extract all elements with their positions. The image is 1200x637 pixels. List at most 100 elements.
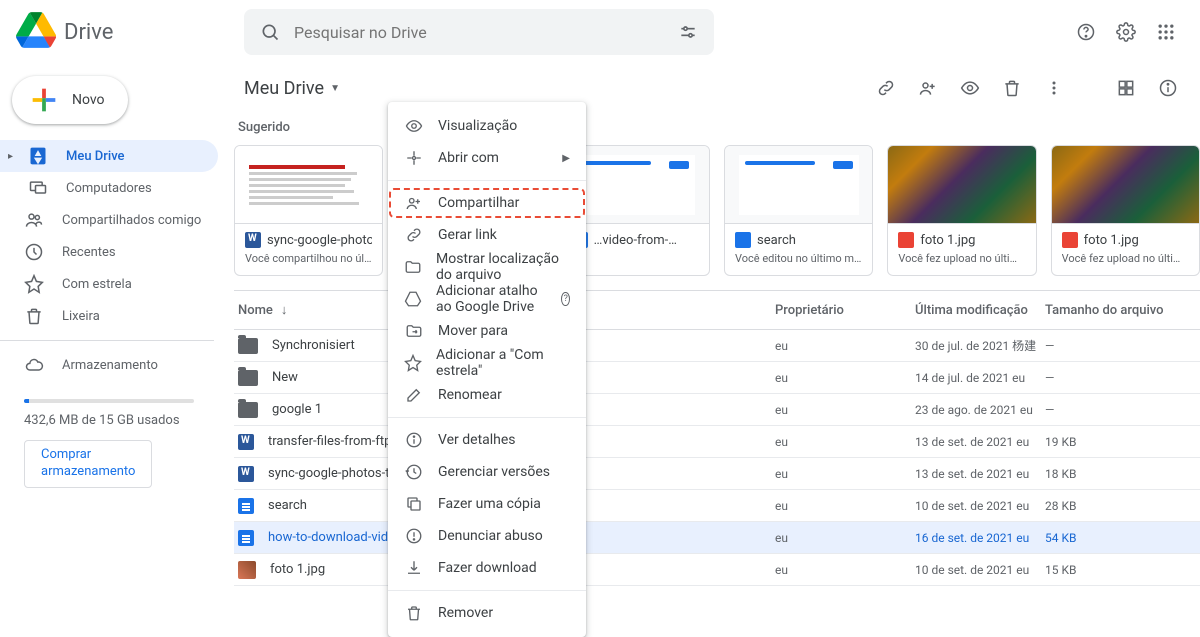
word-icon (238, 466, 254, 482)
col-header-modified[interactable]: Última modificação (915, 303, 1045, 318)
ctx-open[interactable]: Abrir com▶ (388, 142, 586, 174)
card-title: search (757, 233, 796, 248)
ctx-versions[interactable]: Gerenciar versões (388, 456, 586, 488)
storage-bar (24, 399, 194, 403)
sidebar-item-trash[interactable]: Lixeira (0, 300, 218, 332)
ctx-label: Compartilhar (438, 195, 519, 211)
search-icon (258, 20, 282, 44)
sidebar-item-my-drive[interactable]: Meu Drive (0, 140, 218, 172)
more-icon[interactable] (1042, 76, 1066, 100)
new-button[interactable]: Novo (12, 76, 128, 124)
star-icon (404, 353, 422, 373)
suggested-card[interactable]: searchVocê editou no último mês (724, 145, 873, 276)
details-icon[interactable] (1156, 76, 1180, 100)
doc-icon (238, 530, 254, 546)
ctx-trash[interactable]: Remover (388, 597, 586, 629)
table-row[interactable]: searcheu10 de set. de 2021 eu28 KB (234, 490, 1200, 522)
ctx-drive[interactable]: Adicionar atalho ao Google Drive? (388, 283, 586, 315)
file-size: 28 KB (1045, 499, 1180, 513)
table-row[interactable]: sync-google-photos-to-dropbox.docxeu13 d… (234, 458, 1200, 490)
table-row[interactable]: how-to-download-video-from-google-photos… (234, 522, 1200, 554)
share-icon[interactable] (916, 76, 940, 100)
sidebar-item-starred[interactable]: Com estrela (0, 268, 218, 300)
suggested-card[interactable]: foto 1.jpgVocê fez upload no último mês (887, 145, 1036, 276)
drive-logo-icon (16, 10, 56, 54)
person-add-icon (404, 193, 424, 213)
link-icon (404, 225, 424, 245)
ctx-download[interactable]: Fazer download (388, 552, 586, 584)
ctx-eye[interactable]: Visualização (388, 110, 586, 142)
file-owner: eu (775, 563, 915, 577)
ctx-label: Remover (438, 605, 493, 621)
col-header-size[interactable]: Tamanho do arquivo (1045, 303, 1180, 318)
table-row[interactable]: Synchronisierteu30 de jul. de 2021 杨建— (234, 330, 1200, 362)
eye-icon (404, 116, 424, 136)
suggested-card[interactable]: foto 1.jpgVocê fez upload no último mês (1051, 145, 1200, 276)
card-subtitle: Você fez upload no último mês (1062, 252, 1189, 265)
get-link-icon[interactable] (874, 76, 898, 100)
apps-icon[interactable] (1154, 20, 1178, 44)
file-name: Synchronisiert (272, 338, 355, 353)
file-modified: 23 de ago. de 2021 eu (915, 403, 1045, 417)
grid-view-icon[interactable] (1114, 76, 1138, 100)
delete-icon[interactable] (1000, 76, 1024, 100)
ctx-label: Adicionar a "Com estrela" (436, 347, 570, 379)
file-type-icon (898, 232, 914, 248)
ctx-info[interactable]: Ver detalhes (388, 424, 586, 456)
file-modified: 14 de jul. de 2021 eu (915, 371, 1045, 385)
table-row[interactable]: google 1eu23 de ago. de 2021 eu— (234, 394, 1200, 426)
file-owner: eu (775, 403, 915, 417)
search-options-icon[interactable] (676, 20, 700, 44)
search-bar[interactable] (244, 9, 714, 55)
new-button-label: Novo (72, 92, 105, 108)
settings-icon[interactable] (1114, 20, 1138, 44)
file-size: — (1045, 339, 1180, 353)
sidebar-label-starred: Com estrela (62, 277, 132, 292)
file-modified: 10 de set. de 2021 eu (915, 499, 1045, 513)
sidebar-item-recent[interactable]: Recentes (0, 236, 218, 268)
file-size: 19 KB (1045, 435, 1180, 449)
table-row[interactable]: Neweu14 de jul. de 2021 eu— (234, 362, 1200, 394)
col-header-owner[interactable]: Proprietário (775, 303, 915, 318)
file-modified: 10 de set. de 2021 eu (915, 563, 1045, 577)
ctx-label: Mostrar localização do arquivo (436, 251, 570, 283)
card-subtitle: Você fez upload no último mês (898, 252, 1025, 265)
sidebar-item-computers[interactable]: Computadores (0, 172, 218, 204)
info-icon (404, 430, 424, 450)
support-icon[interactable] (1074, 20, 1098, 44)
buy-storage-button[interactable]: Comprar armazenamento (24, 440, 152, 488)
sidebar-item-shared[interactable]: Compartilhados comigo (0, 204, 218, 236)
word-icon (238, 434, 254, 450)
folder-icon (404, 257, 422, 277)
suggested-card[interactable]: sync-google-photos-to-dropb…Você compart… (234, 145, 383, 276)
trash-icon (24, 306, 44, 326)
card-title: …video-from-… (594, 233, 677, 248)
sidebar-item-storage[interactable]: Armazenamento (0, 349, 218, 381)
breadcrumb[interactable]: Meu Drive ▼ (234, 72, 350, 105)
preview-icon[interactable] (958, 76, 982, 100)
folder-icon (238, 338, 258, 354)
sidebar-label-my-drive: Meu Drive (66, 149, 125, 164)
ctx-link[interactable]: Gerar link (388, 219, 586, 251)
ctx-copy[interactable]: Fazer uma cópia (388, 488, 586, 520)
ctx-label: Fazer download (438, 560, 537, 576)
help-icon: ? (561, 292, 570, 306)
file-size: 15 KB (1045, 563, 1180, 577)
ctx-star[interactable]: Adicionar a "Com estrela" (388, 347, 586, 379)
table-row[interactable]: transfer-files-from-ftp-server-to-onedri… (234, 426, 1200, 458)
file-name: google 1 (272, 402, 322, 417)
star-icon (24, 274, 44, 294)
report-icon (404, 526, 424, 546)
ctx-rename[interactable]: Renomear (388, 379, 586, 411)
copy-icon (404, 494, 424, 514)
ctx-label: Ver detalhes (438, 432, 516, 448)
ctx-move[interactable]: Mover para (388, 315, 586, 347)
ctx-report[interactable]: Denunciar abuso (388, 520, 586, 552)
ctx-person-add[interactable]: Compartilhar (388, 187, 586, 219)
table-row[interactable]: foto 1.jpgeu10 de set. de 2021 eu15 KB (234, 554, 1200, 586)
file-name: New (272, 370, 298, 385)
ctx-folder[interactable]: Mostrar localização do arquivo (388, 251, 586, 283)
plus-icon (26, 82, 62, 118)
file-size: — (1045, 371, 1180, 385)
search-input[interactable] (294, 23, 664, 42)
